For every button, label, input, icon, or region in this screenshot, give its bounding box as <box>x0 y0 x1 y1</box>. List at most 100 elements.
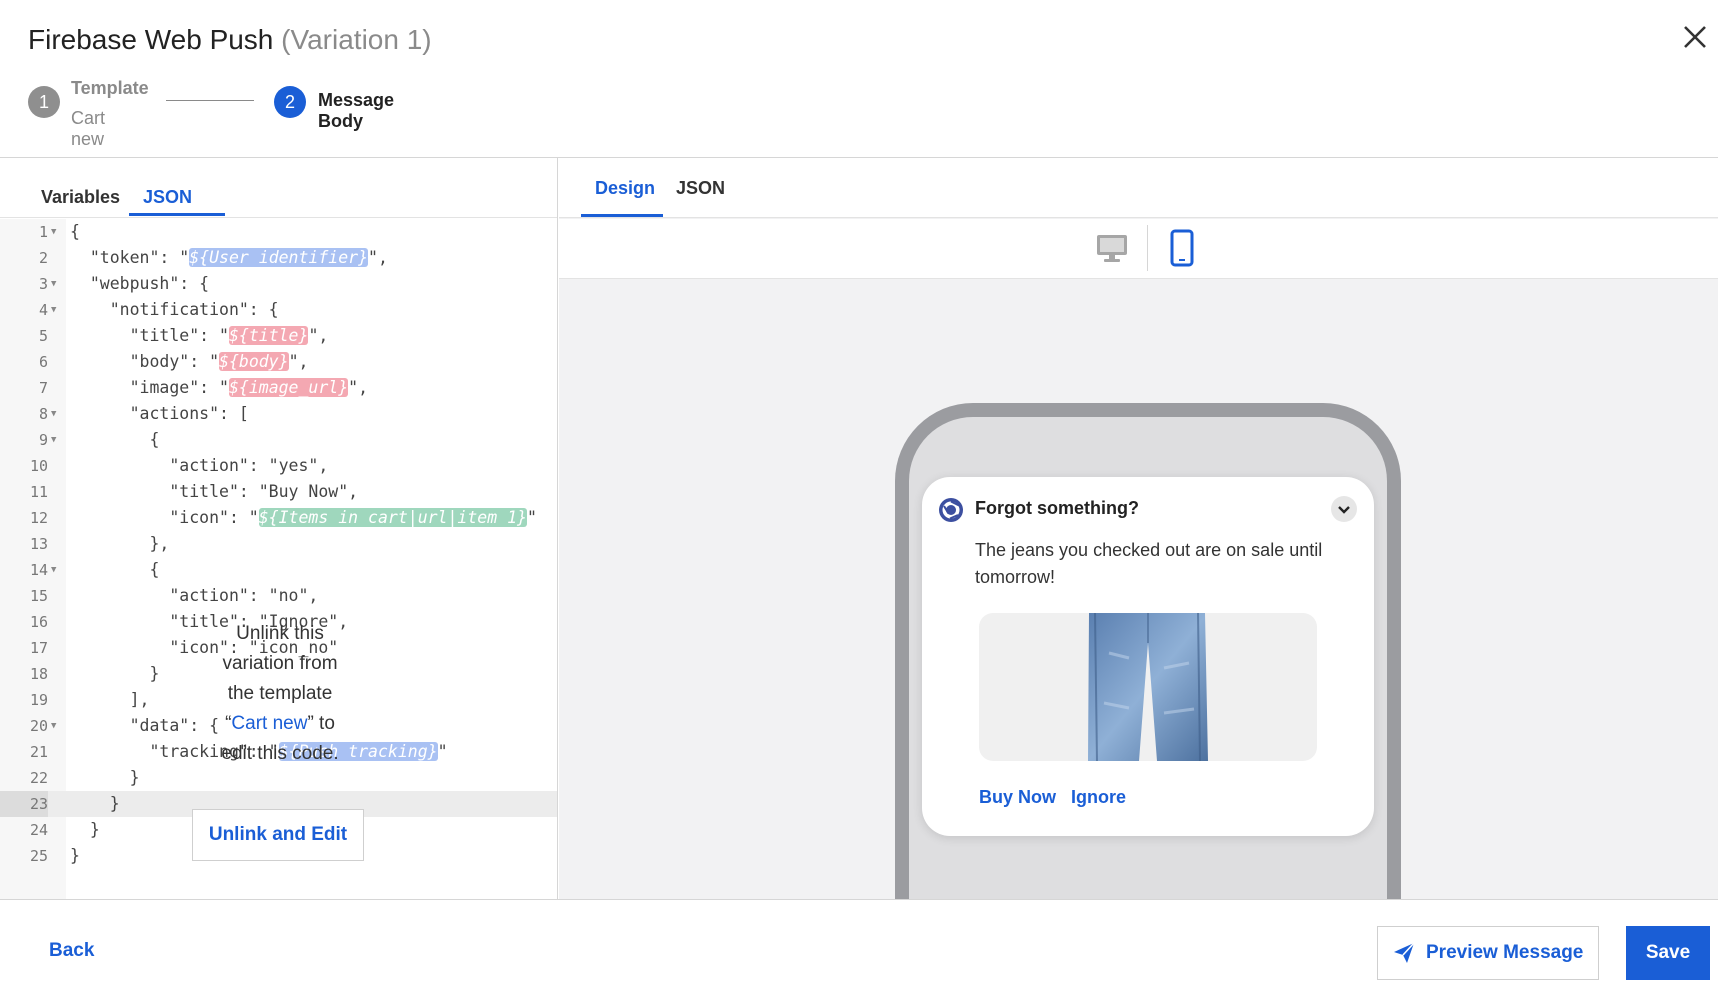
code-line: 1 ▼ { <box>0 219 557 245</box>
template-variable: ${User identifier} <box>189 248 369 267</box>
code-line: 6 "body": "${body}", <box>0 349 557 375</box>
template-variable: ${image_url} <box>228 378 349 397</box>
code-text: "body": "${body}", <box>70 349 308 375</box>
line-number: 19 <box>29 691 48 709</box>
line-number: 16 <box>29 613 48 631</box>
line-number: 9 <box>38 431 48 449</box>
fold-arrow-icon[interactable]: ▼ <box>51 713 56 739</box>
line-number: 15 <box>29 587 48 605</box>
chrome-icon <box>939 498 963 522</box>
step-number: 1 <box>28 86 60 118</box>
code-text: }, <box>70 534 170 553</box>
active-tab-indicator <box>129 213 225 216</box>
code-text: "image": "${image_url}", <box>70 375 368 401</box>
code-text: } <box>70 664 160 683</box>
fold-arrow-icon[interactable]: ▼ <box>51 427 56 453</box>
fold-arrow-icon[interactable]: ▼ <box>51 271 56 297</box>
left-tabs: Variables JSON <box>0 158 557 218</box>
code-text: } <box>70 794 120 813</box>
code-suffix: " <box>526 508 537 527</box>
line-number: 17 <box>29 639 48 657</box>
code-text: "actions": [ <box>70 404 249 423</box>
tab-json[interactable]: JSON <box>143 187 192 208</box>
tab-design[interactable]: Design <box>595 178 655 199</box>
template-variable: ${body} <box>219 352 289 371</box>
line-number: 14 <box>29 561 48 579</box>
code-text: "icon": "${Items in cart|url|item 1}" <box>70 505 537 531</box>
title-variation: (Variation 1) <box>281 24 432 55</box>
code-suffix: ", <box>368 248 388 267</box>
code-suffix: ", <box>348 378 369 397</box>
close-icon[interactable] <box>1678 20 1712 54</box>
template-variable: ${Items in cart|url|item 1} <box>258 508 527 527</box>
code-suffix: ", <box>308 326 329 345</box>
device-toggle-bar <box>559 219 1718 279</box>
code-text: "action": "yes", <box>70 456 329 475</box>
chevron-down-icon[interactable] <box>1331 496 1357 522</box>
modal-footer: Back Preview Message Save <box>0 899 1718 988</box>
fold-arrow-icon[interactable]: ▼ <box>51 219 56 245</box>
code-text: { <box>70 222 80 241</box>
code-panel: Variables JSON 1 ▼{2 "token": "${User ide… <box>0 158 558 899</box>
page-title: Firebase Web Push (Variation 1) <box>28 24 432 56</box>
tab-json-preview[interactable]: JSON <box>676 178 725 199</box>
tab-variables[interactable]: Variables <box>41 187 120 208</box>
line-number: 24 <box>29 821 48 839</box>
action-ignore[interactable]: Ignore <box>1071 787 1126 808</box>
preview-message-label: Preview Message <box>1426 942 1584 963</box>
code-line: 11 "title": "Buy Now", <box>0 479 557 505</box>
step-label: Message Body <box>318 90 395 131</box>
desktop-icon[interactable] <box>1096 234 1128 264</box>
step-label: Template <box>71 78 149 98</box>
fold-arrow-icon[interactable]: ▼ <box>51 297 56 323</box>
code-text: } <box>70 846 80 865</box>
fold-arrow-icon[interactable]: ▼ <box>51 557 56 583</box>
preview-panel: Design JSON Forgot something? The jeans … <box>559 158 1718 923</box>
line-number: 6 <box>38 353 48 371</box>
line-number: 4 <box>38 301 48 319</box>
line-number: 20 <box>29 717 48 735</box>
code-text: "webpush": { <box>70 274 210 293</box>
code-line: 7 "image": "${image_url}", <box>0 375 557 401</box>
line-number: 3 <box>38 275 48 293</box>
mobile-icon[interactable] <box>1170 229 1194 267</box>
json-code-editor[interactable]: 1 ▼{2 "token": "${User identifier}", 3 ▼ "w… <box>0 219 557 899</box>
line-number: 13 <box>29 535 48 553</box>
code-line: 5 "title": "${title}", <box>0 323 557 349</box>
device-divider <box>1147 225 1148 271</box>
code-line: 15 "action": "no", <box>0 583 557 609</box>
line-number: 10 <box>29 457 48 475</box>
code-line: 9 ▼ { <box>0 427 557 453</box>
code-line: 3 ▼ "webpush": { <box>0 271 557 297</box>
code-line: 8 ▼ "actions": [ <box>0 401 557 427</box>
code-text: ], <box>70 690 150 709</box>
modal-header: Firebase Web Push (Variation 1) 1 Templa… <box>0 0 1718 158</box>
code-suffix: " <box>437 742 448 761</box>
line-number: 22 <box>29 769 48 787</box>
step-sublabel: Cart new <box>71 108 106 149</box>
code-text: } <box>70 768 140 787</box>
template-variable: ${title} <box>228 326 309 345</box>
back-button[interactable]: Back <box>49 940 94 962</box>
save-button[interactable]: Save <box>1626 926 1710 980</box>
line-number: 25 <box>29 847 48 865</box>
unlink-and-edit-button[interactable]: Unlink and Edit <box>192 809 364 861</box>
jeans-image <box>979 613 1317 761</box>
preview-message-button[interactable]: Preview Message <box>1377 926 1599 980</box>
code-text: "title": "${title}", <box>70 323 328 349</box>
code-text: "notification": { <box>70 300 279 319</box>
title-text: Firebase Web Push <box>28 24 274 55</box>
action-buy-now[interactable]: Buy Now <box>979 787 1056 808</box>
template-name-link[interactable]: Cart new <box>231 713 307 734</box>
step-connector <box>166 100 254 101</box>
code-text: "action": "no", <box>70 586 319 605</box>
code-line: 13 }, <box>0 531 557 557</box>
line-number: 2 <box>38 249 48 267</box>
line-number: 12 <box>29 509 48 527</box>
code-text: { <box>70 430 160 449</box>
code-line: 2 "token": "${User identifier}", <box>0 245 557 271</box>
code-line: 12 "icon": "${Items in cart|url|item 1}" <box>0 505 557 531</box>
code-text: "token": "${User identifier}", <box>70 245 388 271</box>
fold-arrow-icon[interactable]: ▼ <box>51 401 56 427</box>
push-notification-card: Forgot something? The jeans you checked … <box>922 477 1374 836</box>
